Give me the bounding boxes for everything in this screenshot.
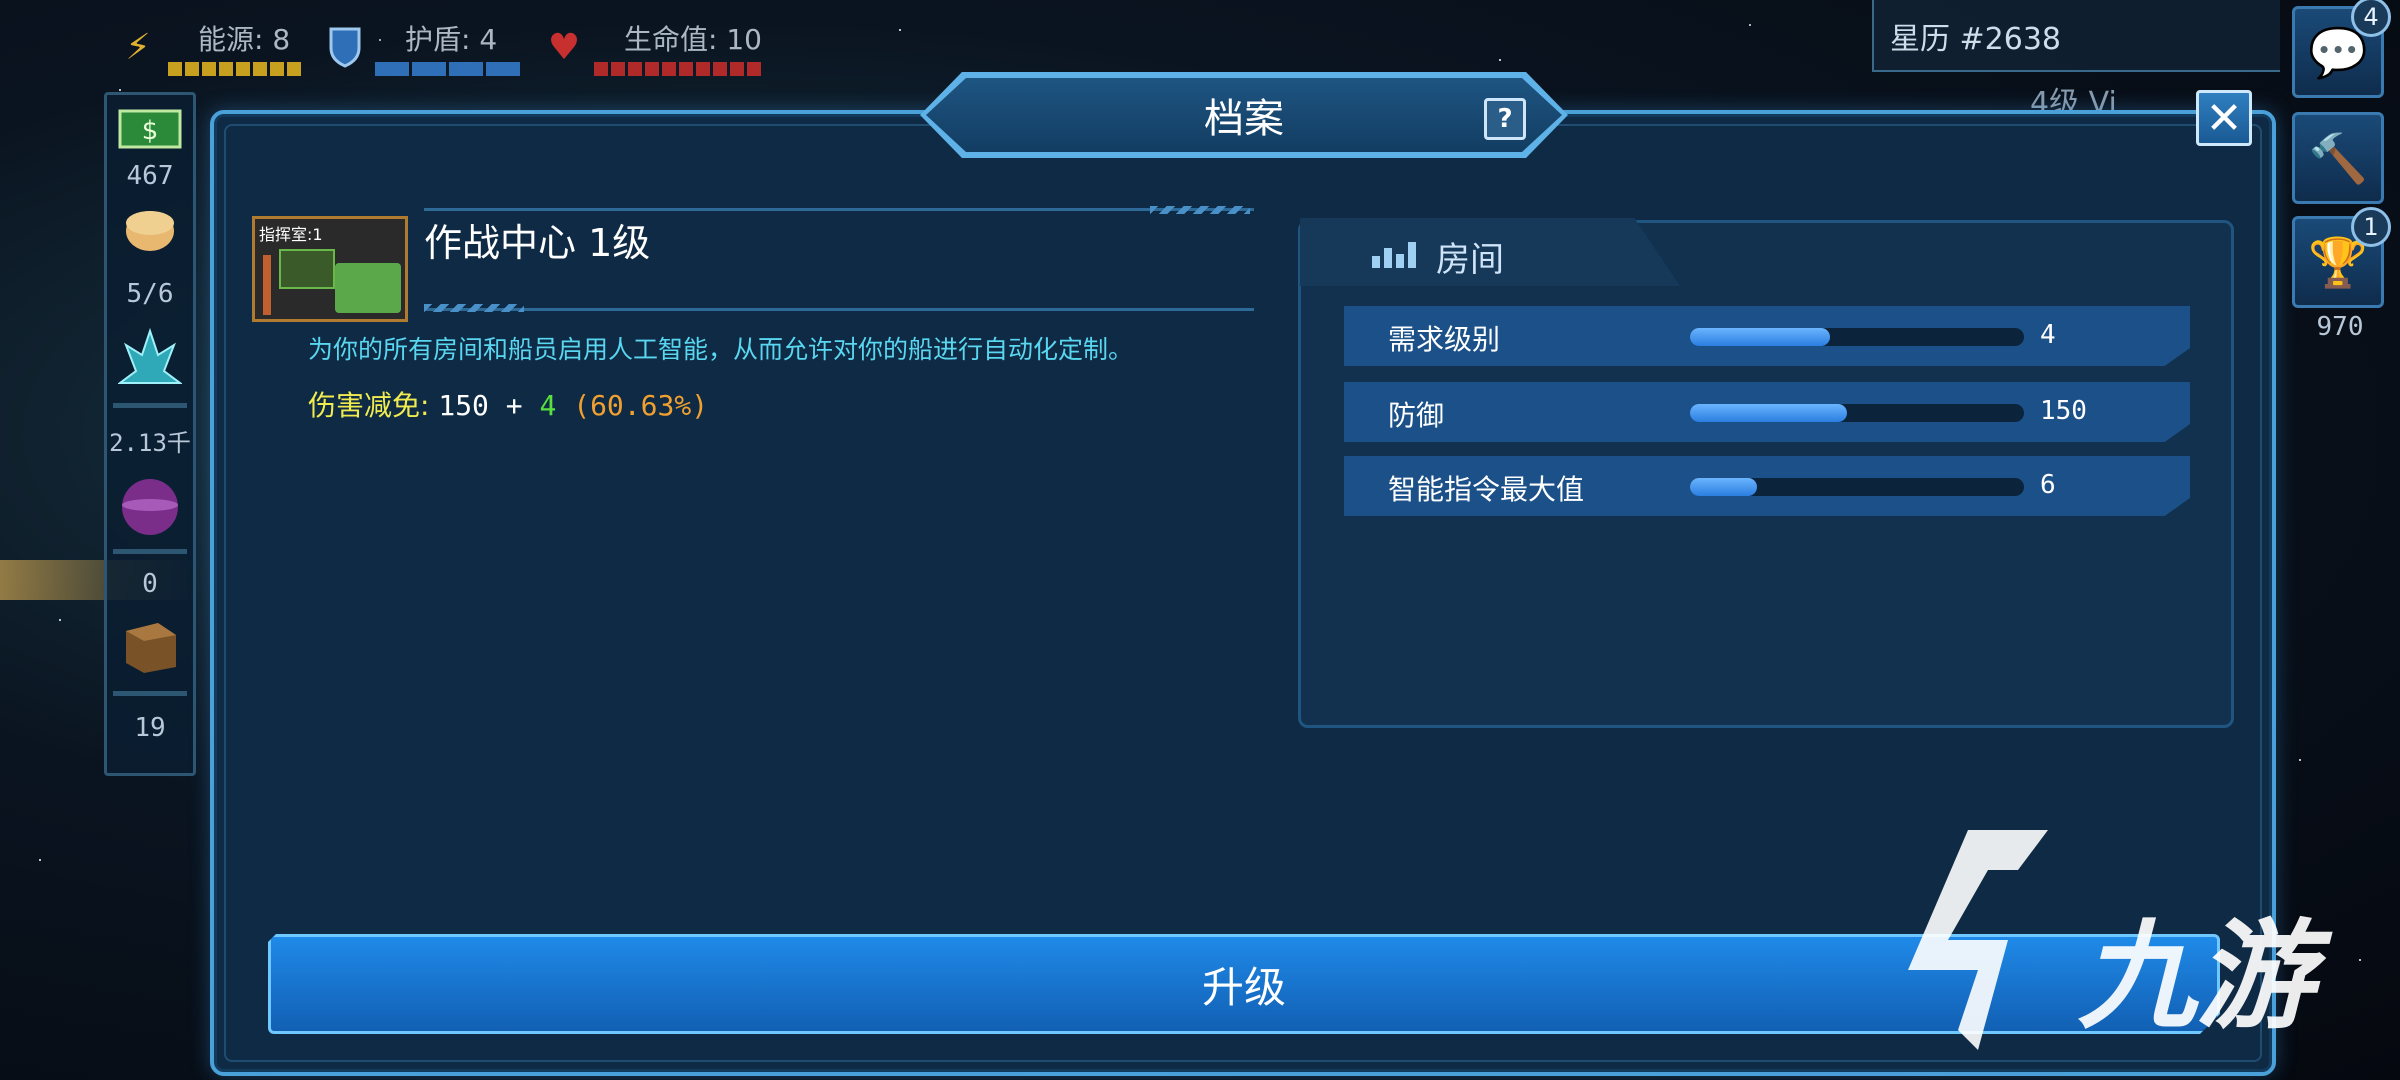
- room-thumbnail: 指挥室:1: [252, 216, 408, 322]
- stat-value: 6: [2040, 470, 2056, 500]
- resource-sidebar: $ 467 5/6 2.13千 0 19: [104, 92, 196, 776]
- damage-percent: (60.63%): [556, 389, 709, 422]
- stat-bar-fill: [1690, 478, 1757, 496]
- close-icon: ✕: [2205, 92, 2243, 144]
- stat-bar-fill: [1690, 328, 1831, 346]
- header-line-bottom: [424, 308, 1254, 311]
- stat-value: 150: [2040, 396, 2087, 426]
- stat-value: 4: [2040, 320, 2056, 350]
- mineral-divider: [113, 403, 187, 408]
- stat-label: 防御: [1388, 399, 1445, 432]
- crew-count: 5/6: [126, 279, 174, 309]
- svg-text:$: $: [142, 116, 159, 146]
- gas-count: 0: [142, 569, 158, 599]
- stat-bar: [1690, 404, 2024, 422]
- room-thumb-screen: [279, 249, 335, 289]
- header-line-top: [424, 208, 1254, 211]
- panel-title: 房间: [1372, 232, 1504, 281]
- energy-label: 能源: 8: [198, 23, 291, 56]
- panel-title-text: 房间: [1436, 240, 1504, 280]
- shield-bar: [375, 62, 520, 76]
- mineral-icon[interactable]: [107, 327, 193, 395]
- header-dash-top: [1150, 206, 1250, 214]
- trophy-count: 970: [2316, 312, 2364, 342]
- stat-label: 智能指令最大值: [1388, 473, 1585, 506]
- stat-row: 需求级别 4: [1344, 306, 2190, 366]
- cargo-count: 19: [134, 713, 166, 743]
- top-hud: ⚡ 能源: 8 护盾: 4 ♥ 生命值: 10: [118, 12, 762, 82]
- help-button[interactable]: ?: [1484, 98, 1526, 140]
- heart-icon: ♥: [547, 26, 581, 68]
- watermark-logo-icon: [1908, 830, 2048, 1050]
- stardate-panel: 星历 #2638: [1872, 0, 2280, 72]
- hammer-icon: 🔨: [2308, 130, 2368, 187]
- stat-label: 需求级别: [1388, 323, 1501, 356]
- room-thumb-console: [335, 263, 401, 313]
- hp-bar: [594, 62, 762, 76]
- stat-row: 智能指令最大值 6: [1344, 456, 2190, 516]
- room-name: 作战中心 1级: [424, 221, 651, 265]
- upgrade-label: 升级: [1201, 962, 1286, 1012]
- damage-base: 150 +: [438, 389, 540, 422]
- energy-bar: [168, 62, 301, 76]
- shield-stat: 护盾: 4: [325, 18, 520, 76]
- money-count: 467: [126, 161, 174, 191]
- shield-icon: [325, 23, 365, 71]
- chat-badge: 4: [2351, 0, 2391, 37]
- damage-label: 伤害减免:: [308, 389, 439, 422]
- hp-label: 生命值: 10: [624, 23, 762, 56]
- title-plate: 档案: [926, 78, 1562, 152]
- trophy-button[interactable]: 🏆 1: [2292, 207, 2391, 308]
- cargo-icon[interactable]: [107, 613, 193, 681]
- money-icon[interactable]: $: [107, 109, 193, 153]
- stat-bar: [1690, 478, 2024, 496]
- hp-stat: ♥ 生命值: 10: [544, 18, 762, 76]
- damage-bonus: 4: [539, 389, 557, 422]
- gas-icon[interactable]: [107, 475, 193, 543]
- close-button[interactable]: ✕: [2196, 90, 2252, 146]
- damage-reduction: 伤害减免: 150 + 4 (60.63%): [308, 384, 708, 424]
- room-description: 为你的所有房间和船员启用人工智能，从而允许对你的船进行自动化定制。: [308, 335, 1134, 364]
- mineral-count: 2.13千: [109, 429, 191, 457]
- lightning-icon: ⚡: [125, 26, 151, 68]
- room-thumb-label: 指挥室:1: [259, 225, 323, 244]
- chat-button[interactable]: 💬 4: [2292, 0, 2391, 98]
- cargo-divider: [113, 691, 187, 696]
- stat-bar-fill: [1690, 404, 1847, 422]
- room-thumb-stripe: [263, 255, 271, 315]
- crew-icon[interactable]: [107, 207, 193, 259]
- watermark-text: 九游: [2078, 907, 2315, 1045]
- header-dash-bottom: [424, 304, 524, 312]
- trophy-badge: 1: [2351, 207, 2391, 247]
- energy-stat: ⚡ 能源: 8: [118, 18, 301, 76]
- shield-label: 护盾: 4: [405, 23, 498, 56]
- build-button[interactable]: 🔨: [2292, 112, 2384, 204]
- stat-row: 防御 150: [1344, 382, 2190, 442]
- gas-divider: [113, 549, 187, 554]
- dialog-title: 档案: [1204, 96, 1284, 142]
- stat-bar: [1690, 328, 2024, 346]
